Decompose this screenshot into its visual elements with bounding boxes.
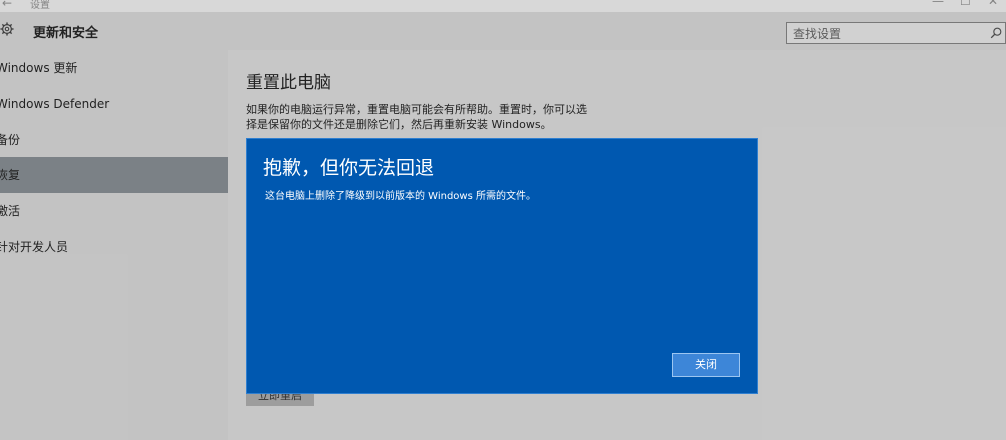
settings-window: ← 设置 — ☐ ✕ 更新和安全 查找设置 Windows 更新 Windows… — [0, 0, 1006, 440]
cannot-go-back-dialog: 抱歉，但你无法回退 这台电脑上删除了降级到以前版本的 Windows 所需的文件… — [246, 138, 758, 394]
dialog-message: 这台电脑上删除了降级到以前版本的 Windows 所需的文件。 — [265, 191, 536, 202]
dialog-title: 抱歉，但你无法回退 — [263, 157, 435, 179]
close-button[interactable]: 关闭 — [672, 353, 740, 377]
